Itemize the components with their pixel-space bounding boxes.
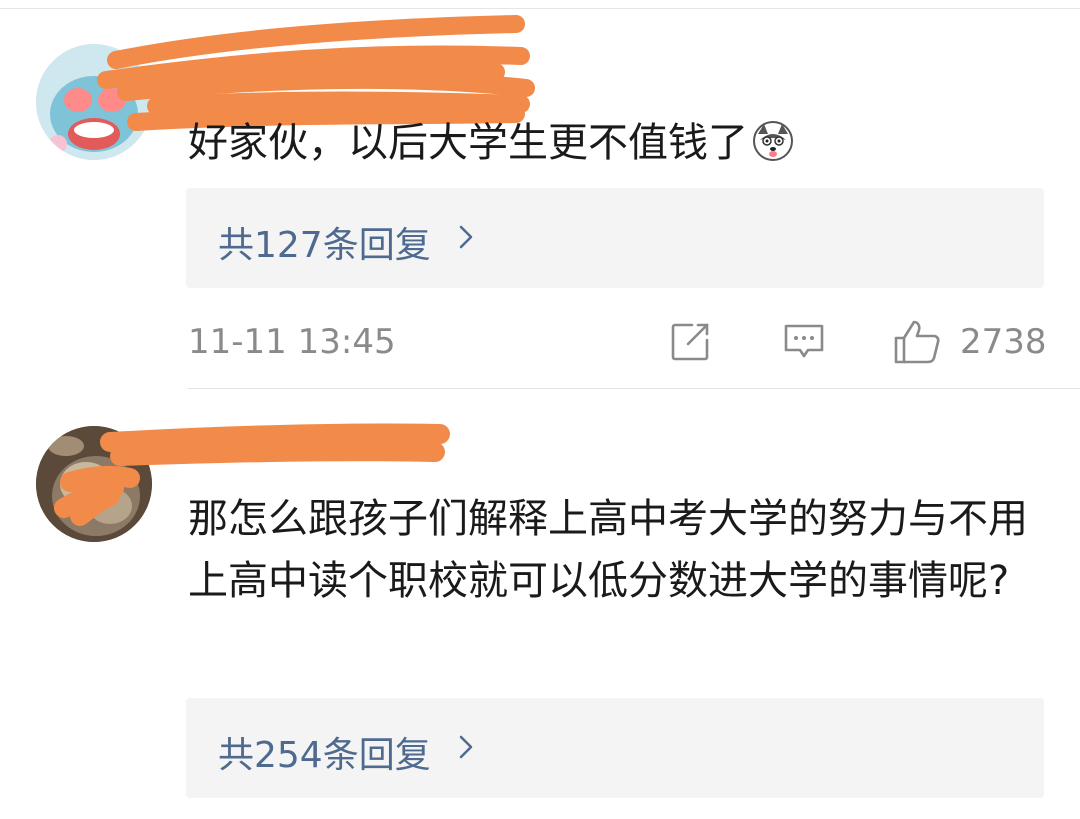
comment-item: 好家伙，以后大学生更不值钱了 共127条回复 11-11 13:45 2738 xyxy=(0,0,1080,392)
reply-count-link[interactable]: 共254条回复 xyxy=(218,726,431,778)
reply-summary-box[interactable]: 共127条回复 xyxy=(186,188,1044,288)
comment-meta-row: 11-11 13:45 2738 xyxy=(0,318,1080,366)
like-count: 2738 xyxy=(960,322,1047,362)
comment-body: 那怎么跟孩子们解释上高中考大学的努力与不用上高中读个职校就可以低分数进大学的事情… xyxy=(188,496,1028,604)
comment-bubble-icon[interactable] xyxy=(782,322,826,362)
timestamp: 11-11 13:45 xyxy=(188,322,396,362)
share-forward-icon[interactable] xyxy=(668,320,712,364)
reply-count-link[interactable]: 共127条回复 xyxy=(218,216,431,268)
comment-text: 好家伙，以后大学生更不值钱了 xyxy=(188,112,1050,174)
comment-text: 那怎么跟孩子们解释上高中考大学的努力与不用上高中读个职校就可以低分数进大学的事情… xyxy=(188,488,1050,612)
comment-item: 那怎么跟孩子们解释上高中考大学的努力与不用上高中读个职校就可以低分数进大学的事情… xyxy=(0,392,1080,819)
comment-divider xyxy=(188,388,1080,389)
reply-summary-box[interactable]: 共254条回复 xyxy=(186,698,1044,798)
comment-body: 好家伙，以后大学生更不值钱了 xyxy=(188,120,748,166)
chevron-right-icon xyxy=(459,735,473,759)
husky-dog-emoji-icon xyxy=(752,118,794,161)
thumbs-up-icon[interactable] xyxy=(892,318,942,366)
chevron-right-icon xyxy=(459,225,473,249)
